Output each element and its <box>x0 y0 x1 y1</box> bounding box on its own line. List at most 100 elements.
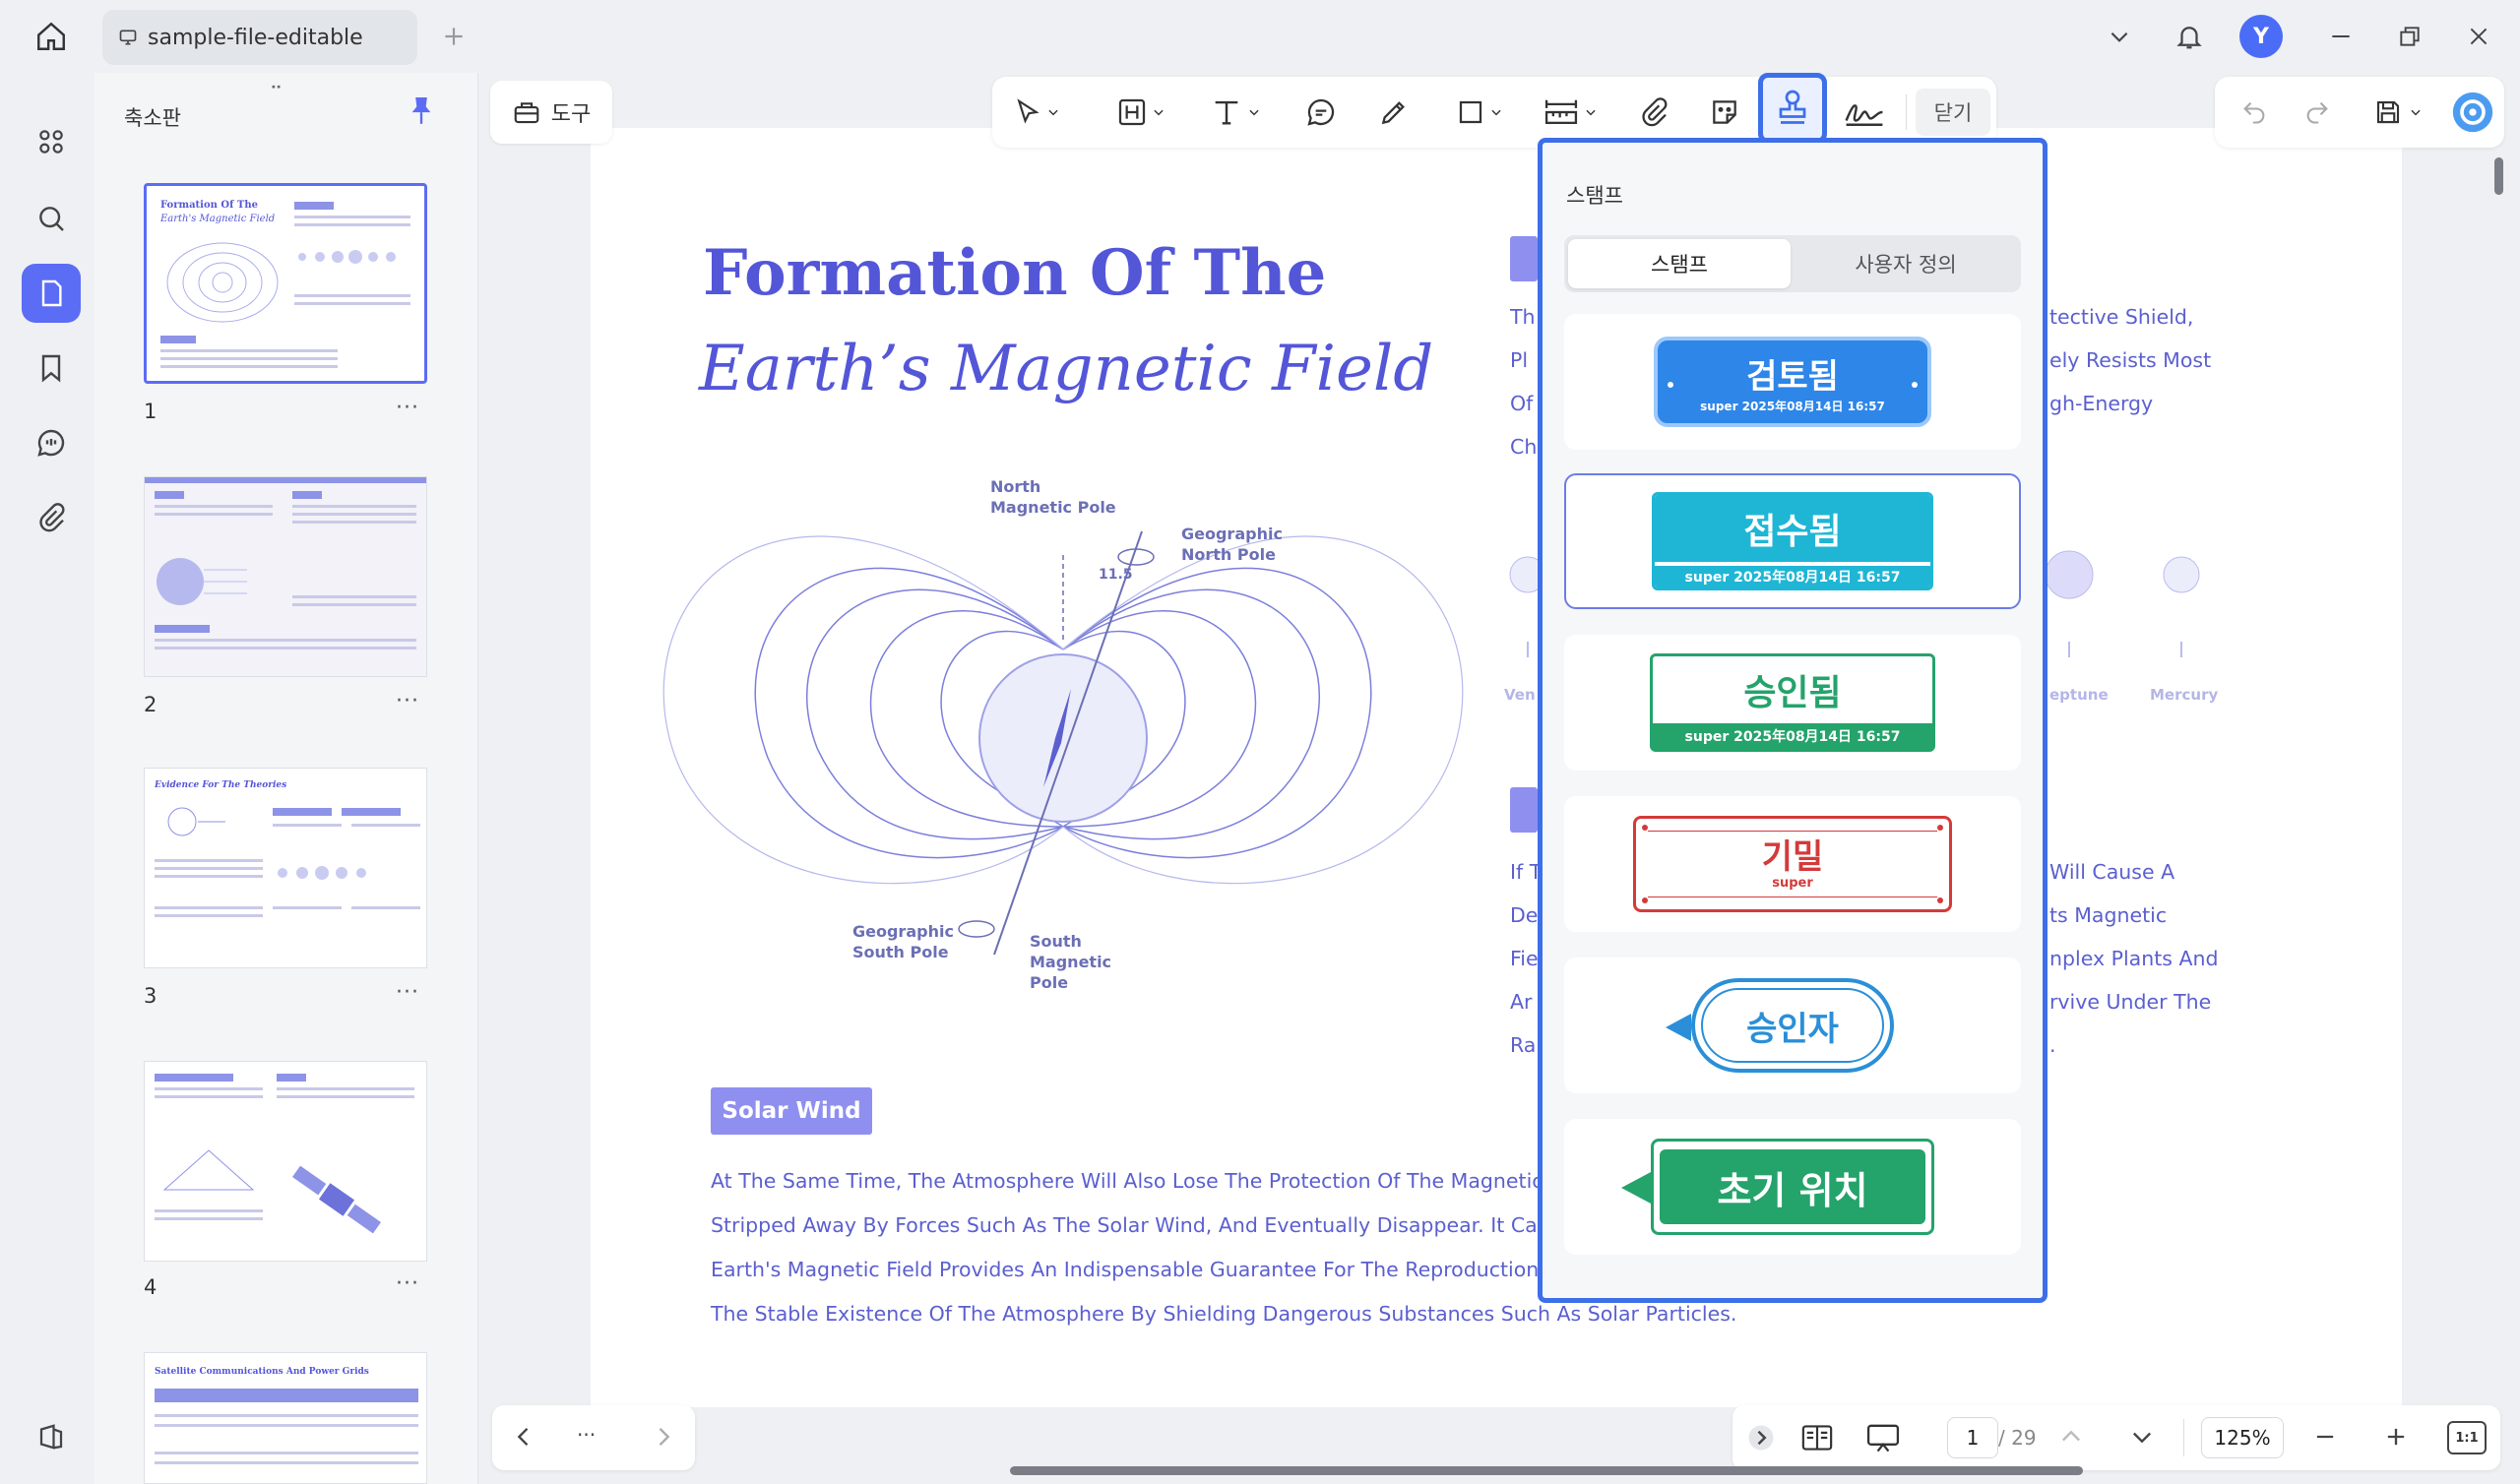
save-icon[interactable] <box>2359 85 2437 140</box>
divider <box>2183 1419 2184 1456</box>
section-badge: Solar Wind <box>711 1087 872 1135</box>
chevron-down-icon[interactable] <box>2128 1423 2156 1451</box>
close-icon[interactable] <box>2451 9 2506 64</box>
chevron-right-icon[interactable] <box>650 1423 677 1451</box>
actual-size-button[interactable]: 1:1 <box>2447 1421 2487 1454</box>
right-text-suffix: ely Resists Most <box>2049 348 2212 372</box>
thumbnail-page-4[interactable] <box>144 1061 427 1262</box>
right-text-prefix: Ch <box>1510 435 1538 459</box>
avatar[interactable]: Y <box>2239 15 2283 58</box>
zoom-out-icon[interactable] <box>2311 1423 2339 1451</box>
thumbnail-page-5[interactable]: Satellite Communications And Power Grids <box>144 1352 427 1484</box>
attachment-icon[interactable] <box>22 488 81 547</box>
section-badge-partial <box>1510 236 1538 281</box>
zoom-in-icon[interactable] <box>2382 1423 2410 1451</box>
thumbnail-page-1[interactable]: Formation Of The Earth's Magnetic Field <box>144 183 427 384</box>
thumbnail-page-3[interactable]: Evidence For The Theories <box>144 768 427 968</box>
presentation-icon[interactable] <box>1864 1421 1902 1454</box>
left-rail <box>10 73 93 1484</box>
two-page-icon[interactable] <box>1799 1421 1835 1454</box>
undo-icon[interactable] <box>2231 85 2278 140</box>
right-toolbar <box>2215 77 2504 148</box>
drag-handle[interactable]: ⠒ <box>270 79 283 99</box>
title-bar: sample-file-editable Y <box>0 0 2520 73</box>
home-icon[interactable] <box>24 9 79 64</box>
thumb-more-button[interactable]: ··· <box>396 396 419 420</box>
page-number-input[interactable]: 1 <box>1947 1417 1998 1458</box>
thumb-more-button[interactable]: ··· <box>396 1271 419 1296</box>
label-geographic-north-pole: Geographic North Pole <box>1181 525 1283 564</box>
redo-icon[interactable] <box>2294 85 2341 140</box>
bell-icon[interactable] <box>2162 9 2217 64</box>
thumb-page-number: 1 <box>144 400 158 423</box>
chevron-up-icon[interactable] <box>2057 1423 2085 1451</box>
text-icon[interactable] <box>1201 85 1270 140</box>
minimize-icon[interactable] <box>2313 9 2368 64</box>
tools-button[interactable]: 도구 <box>490 81 612 144</box>
thumb-more-button[interactable]: ··· <box>396 980 419 1005</box>
right-text-suffix: Will Cause A <box>2049 860 2175 884</box>
right-text-suffix: rvive Under The <box>2049 990 2212 1014</box>
stamp-panel: 스탬프 스탬프 사용자 정의 검토됨 super 2025年08月14日 16:… <box>1538 138 2048 1303</box>
ai-assistant-icon[interactable] <box>2447 85 2498 140</box>
toolbox-icon <box>512 97 541 127</box>
pin-icon[interactable] <box>408 94 435 128</box>
comment-icon[interactable] <box>22 413 81 472</box>
vertical-scrollbar[interactable] <box>2494 157 2503 195</box>
layers-icon[interactable] <box>22 1407 81 1466</box>
page-icon[interactable] <box>22 264 81 323</box>
thumb-page-number: 2 <box>144 693 158 716</box>
doc-title: Formation Of The <box>703 236 1327 310</box>
pencil-icon[interactable] <box>1366 85 1421 140</box>
thumbnail-page-2[interactable] <box>144 476 427 677</box>
section-badge-partial <box>1510 787 1538 833</box>
chevron-left-icon[interactable] <box>510 1423 537 1451</box>
measure-icon[interactable] <box>1534 85 1606 140</box>
right-text-prefix: Ar <box>1510 990 1533 1014</box>
plus-icon[interactable] <box>426 9 481 64</box>
more-button[interactable]: ··· <box>577 1423 596 1447</box>
stamp-approver[interactable]: 승인자 <box>1564 958 2021 1093</box>
tab-title: sample-file-editable <box>148 25 363 50</box>
right-text-suffix: gh-Energy <box>2049 392 2154 415</box>
paragraph-line: The Stable Existence Of The Atmosphere B… <box>711 1302 1737 1326</box>
sticker-icon[interactable] <box>1697 85 1752 140</box>
grid-icon[interactable] <box>22 112 81 171</box>
thumb-diagram <box>166 242 279 323</box>
bookmark-icon[interactable] <box>22 339 81 398</box>
toolbar-divider <box>1906 94 1907 130</box>
document-tab[interactable]: sample-file-editable <box>102 10 417 65</box>
horizontal-scrollbar[interactable] <box>1010 1466 2083 1475</box>
search-icon[interactable] <box>22 189 81 248</box>
doc-subtitle: Earth’s Magnetic Field <box>699 333 1434 405</box>
cursor-icon[interactable] <box>1002 85 1071 140</box>
restore-icon[interactable] <box>2382 9 2437 64</box>
planet-label: Ven <box>1504 686 1536 704</box>
paperclip-icon[interactable] <box>1626 85 1681 140</box>
page-total: / 29 <box>1998 1426 2037 1450</box>
thumb-more-button[interactable]: ··· <box>396 689 419 713</box>
stamp-label: 승인됨 <box>1743 673 1842 713</box>
label-tilt-angle: 11.5 <box>1099 567 1133 583</box>
stamp-reviewed[interactable]: 검토됨 super 2025年08月14日 16:57 <box>1564 314 2021 450</box>
chevron-down-icon[interactable] <box>2092 9 2147 64</box>
tab-custom[interactable]: 사용자 정의 <box>1795 239 2017 288</box>
tab-stamp[interactable]: 스탬프 <box>1568 239 1791 288</box>
stamp-icon[interactable] <box>1758 73 1827 144</box>
expand-icon[interactable] <box>1746 1423 1776 1453</box>
right-text-suffix: ts Magnetic <box>2049 903 2168 927</box>
stamp-approved[interactable]: 승인됨 super 2025年08月14日 16:57 <box>1564 635 2021 771</box>
paragraph-line: At The Same Time, The Atmosphere Will Al… <box>711 1169 1616 1193</box>
zoom-level[interactable]: 125% <box>2201 1417 2284 1458</box>
close-toolbar-button[interactable]: 닫기 <box>1916 89 1990 136</box>
stamp-confidential[interactable]: 기밀 super <box>1564 796 2021 932</box>
signature-icon[interactable] <box>1835 85 1894 140</box>
stamp-badge: 검토됨 super 2025年08月14日 16:57 <box>1654 337 1931 427</box>
stamp-received[interactable]: 접수됨 super 2025年08月14日 16:57 <box>1564 473 2021 609</box>
rectangle-icon[interactable] <box>1445 85 1514 140</box>
stamp-tabs: 스탬프 사용자 정의 <box>1564 235 2021 292</box>
highlight-icon[interactable] <box>1106 85 1175 140</box>
thumb-title: Formation Of The <box>160 200 258 211</box>
stamp-initial-position[interactable]: 초기 위치 <box>1564 1119 2021 1255</box>
comment-bubble-icon[interactable] <box>1293 85 1349 140</box>
